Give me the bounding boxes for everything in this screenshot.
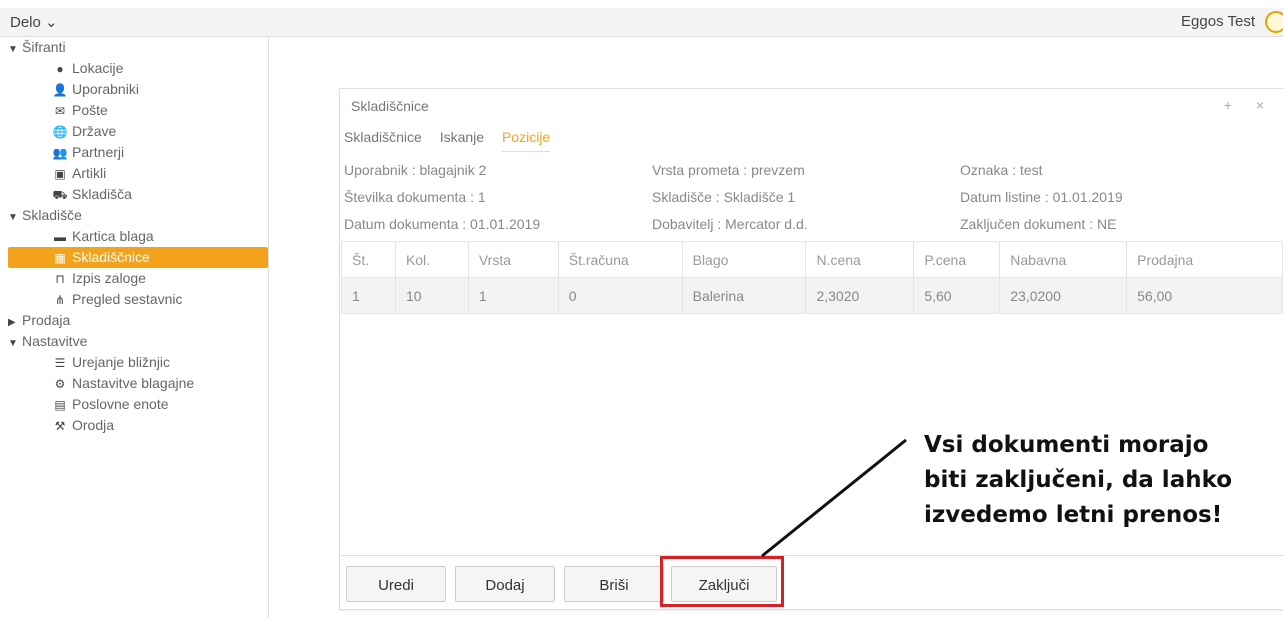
- tree-item-urejanje-bliznjic[interactable]: ☰ Urejanje bližnjic: [52, 352, 170, 373]
- stock-icon: ▦: [54, 251, 66, 265]
- user-list-icon: ☰: [54, 356, 66, 370]
- table-row[interactable]: 1 10 1 0 Balerina 2,3020 5,60 23,0200 56…: [341, 277, 1283, 314]
- sidebar-tree: ▼ Šifranti ● Lokacije 👤 Uporabniki ✉ Pošte 🌐…: [8, 37, 269, 618]
- tree-item-kartica-blaga[interactable]: ▬ Kartica blaga: [52, 226, 154, 247]
- tree-item-izpis-zaloge[interactable]: ⊓ Izpis zaloge: [52, 268, 146, 289]
- column-header[interactable]: Nabavna: [999, 241, 1128, 278]
- caret-down-icon: ▼: [8, 338, 18, 349]
- column-header[interactable]: Kol.: [394, 241, 469, 278]
- tools-icon: ⚒: [54, 419, 66, 433]
- tree-item-skladiscnice[interactable]: ▦ Skladiščnice: [8, 247, 268, 268]
- info-datum-listine: Datum listine : 01.01.2019: [960, 189, 1123, 205]
- tab-pozicije[interactable]: Pozicije: [501, 129, 551, 152]
- user-icon: 👤: [52, 83, 68, 97]
- positions-table: Št. Kol. Vrsta Št.računa Blago N.cena P.…: [341, 241, 1283, 314]
- caret-right-icon: ▶: [8, 317, 16, 328]
- table-cell: 1: [467, 277, 559, 314]
- column-header[interactable]: P.cena: [913, 241, 1001, 278]
- table-cell: 23,0200: [999, 277, 1128, 314]
- column-header[interactable]: Št.računa: [557, 241, 683, 278]
- tree-item-pregled-sestavnic[interactable]: ⋔ Pregled sestavnic: [52, 289, 183, 310]
- location-pin-icon: ●: [56, 62, 64, 76]
- table-cell: 2,3020: [805, 277, 915, 314]
- delo-menu[interactable]: Delo ⌄: [10, 13, 58, 31]
- column-header[interactable]: Št.: [341, 241, 396, 278]
- table-header-row: Št. Kol. Vrsta Št.računa Blago N.cena P.…: [341, 241, 1283, 278]
- uredi-button[interactable]: Uredi: [346, 566, 446, 602]
- tree-item-artikli[interactable]: ▣ Artikli: [52, 163, 106, 184]
- table-cell: 1: [341, 277, 396, 314]
- column-header[interactable]: Blago: [681, 241, 807, 278]
- tree-group-sifranti[interactable]: ▼ Šifranti: [8, 37, 66, 58]
- tab-iskanje[interactable]: Iskanje: [440, 129, 484, 145]
- tree-item-drzave[interactable]: 🌐 Države: [52, 121, 117, 142]
- tray-icon: ⊓: [55, 272, 65, 286]
- articles-icon: ▣: [54, 167, 66, 181]
- warehouse-icon: ⛟: [52, 188, 68, 202]
- info-vrsta-prometa: Vrsta prometa : prevzem: [652, 162, 805, 178]
- tree-item-poslovne-enote[interactable]: ▤ Poslovne enote: [52, 394, 168, 415]
- dialog-window-controls[interactable]: + ×: [1224, 97, 1274, 113]
- tab-skladiscnice[interactable]: Skladiščnice: [344, 129, 422, 145]
- caret-down-icon: ▼: [8, 212, 18, 223]
- column-header[interactable]: Prodajna: [1126, 241, 1283, 278]
- table-cell: 56,00: [1126, 277, 1283, 314]
- info-dobavitelj: Dobavitelj : Mercator d.d.: [652, 216, 808, 232]
- column-header[interactable]: N.cena: [805, 241, 915, 278]
- annotation-text: Vsi dokumenti morajo biti zaključeni, da…: [924, 428, 1232, 533]
- info-oznaka: Oznaka : test: [960, 162, 1043, 178]
- globe-icon: 🌐: [52, 125, 68, 139]
- info-datum-dokumenta: Datum dokumenta : 01.01.2019: [344, 216, 541, 232]
- annotation-line: biti zaključeni, da lahko: [924, 467, 1233, 493]
- partners-icon: 👥: [52, 146, 68, 160]
- tree-item-skladisca[interactable]: ⛟ Skladišča: [52, 184, 131, 205]
- column-header[interactable]: Vrsta: [467, 241, 559, 278]
- tree-item-uporabniki[interactable]: 👤 Uporabniki: [52, 79, 139, 100]
- cogs-icon: ⚙: [54, 377, 66, 391]
- tree-item-lokacije[interactable]: ● Lokacije: [52, 58, 123, 79]
- tree-item-orodja[interactable]: ⚒ Orodja: [52, 415, 114, 436]
- user-avatar-icon[interactable]: [1265, 11, 1283, 33]
- table-cell: 0: [557, 277, 683, 314]
- tree-group-skladisce[interactable]: ▼ Skladišče: [8, 205, 82, 226]
- dialog-button-bar: Uredi Dodaj Briši Zaključi: [341, 555, 1283, 609]
- top-bar: Delo ⌄ Eggos Test: [0, 8, 1283, 37]
- dialog-tabs: Skladiščnice Iskanje Pozicije: [344, 129, 564, 152]
- brisi-button[interactable]: Briši: [564, 566, 664, 602]
- table-cell: 5,60: [913, 277, 1001, 314]
- annotation-line: izvedemo letni prenos!: [924, 502, 1223, 528]
- info-stevilka-dokumenta: Številka dokumenta : 1: [344, 189, 486, 205]
- caret-down-icon: ▼: [8, 44, 18, 55]
- tree-item-partnerji[interactable]: 👥 Partnerji: [52, 142, 125, 163]
- tree-group-nastavitve[interactable]: ▼ Nastavitve: [8, 331, 87, 352]
- zakljuci-highlight-box: [660, 556, 784, 607]
- envelope-icon: ✉: [54, 104, 66, 118]
- info-uporabnik: Uporabnik : blagajnik 2: [344, 162, 487, 178]
- tree-item-poste[interactable]: ✉ Pošte: [52, 100, 108, 121]
- user-name[interactable]: Eggos Test: [1181, 13, 1255, 30]
- folder-icon: ▬: [54, 230, 66, 244]
- table-cell: 10: [394, 277, 469, 314]
- store-icon: ▤: [54, 398, 66, 412]
- table-cell: Balerina: [681, 277, 807, 314]
- info-zakljucen-dokument: Zaključen dokument : NE: [960, 216, 1117, 232]
- dodaj-button[interactable]: Dodaj: [455, 566, 555, 602]
- tree-group-prodaja[interactable]: ▶ Prodaja: [8, 310, 70, 331]
- dialog-title: Skladiščnice: [351, 98, 429, 114]
- tree-item-nastavitve-blagajne[interactable]: ⚙ Nastavitve blagajne: [52, 373, 195, 394]
- annotation-line: Vsi dokumenti morajo: [924, 432, 1209, 458]
- info-skladisce: Skladišče : Skladišče 1: [652, 189, 796, 205]
- hierarchy-icon: ⋔: [54, 293, 66, 307]
